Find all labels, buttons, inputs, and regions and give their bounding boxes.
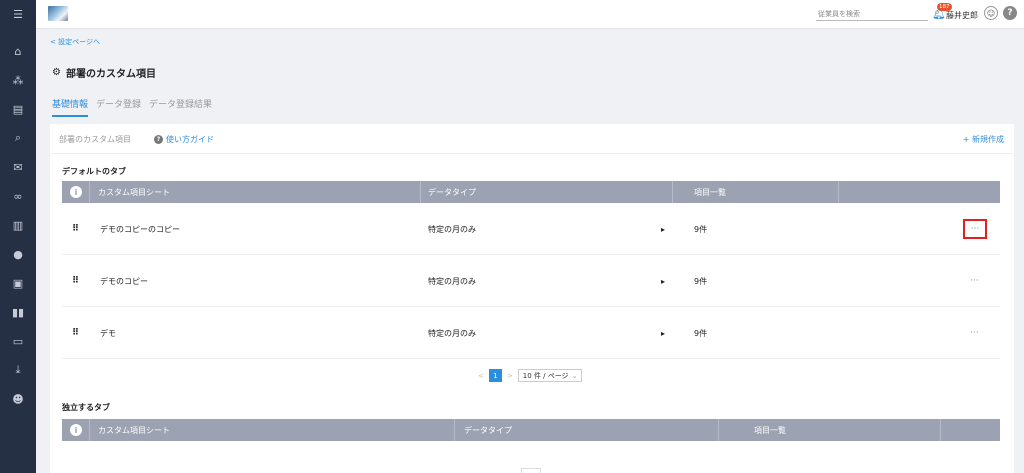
item-count: 9件 (694, 224, 708, 234)
page-title: ⚙ 部署のカスタム項目 (52, 65, 156, 80)
chevron-down-icon: ⌄ (571, 371, 578, 380)
data-type: 特定の月のみ (428, 276, 476, 286)
table-row[interactable]: ⠿ デモのコピーのコピー 特定の月のみ ▸ 9件 ··· (62, 203, 1000, 255)
book-icon[interactable]: ▮▮ (0, 302, 36, 322)
page-size-value: 10 件 / ページ (522, 371, 569, 380)
independent-table-header: i カスタム項目シート データタイプ 項目一覧 (62, 419, 1000, 441)
download-icon[interactable]: ⤓ (0, 360, 36, 380)
page-number-current[interactable]: 1 (488, 369, 502, 382)
column-divider (89, 181, 90, 203)
page-size-select[interactable]: 10 件 / ページ ⌄ (517, 369, 583, 382)
expand-arrow-icon[interactable]: ▸ (661, 255, 665, 307)
help-icon[interactable]: ? (1003, 6, 1017, 20)
card-title: 部署のカスタム項目 (59, 135, 131, 144)
document-icon[interactable]: ▤ (0, 99, 36, 119)
user-settings-icon[interactable]: ☻ (0, 389, 36, 409)
gear-icon: ⚙ (52, 67, 61, 78)
tab-basic-info[interactable]: 基礎情報 (52, 97, 89, 117)
usage-guide-link[interactable]: ? 使い方ガイド (154, 134, 214, 145)
info-icon[interactable]: ● (0, 244, 36, 264)
column-divider (838, 181, 839, 203)
usage-guide-label: 使い方ガイド (166, 135, 214, 144)
employee-search: ⌕ (816, 7, 940, 21)
default-table-header: i カスタム項目シート データタイプ 項目一覧 (62, 181, 1000, 203)
info-icon[interactable]: i (70, 186, 82, 198)
drag-handle-icon[interactable]: ⠿ (72, 307, 79, 359)
avatar-icon[interactable]: ☺ (984, 6, 998, 20)
column-divider (718, 419, 719, 441)
tab-registration-results[interactable]: データ登録結果 (149, 97, 212, 117)
search-icon[interactable]: ⌕ (0, 128, 36, 148)
expand-arrow-icon[interactable]: ▸ (661, 203, 665, 255)
more-actions-button[interactable]: ··· (970, 255, 979, 307)
column-header-item-list: 項目一覧 (754, 425, 786, 435)
mail-icon[interactable]: ▭ (0, 331, 36, 351)
create-new-button[interactable]: + 新規作成 (963, 134, 1004, 145)
column-header-item-list: 項目一覧 (694, 187, 726, 197)
column-divider (672, 181, 673, 203)
employee-search-input[interactable] (816, 7, 912, 20)
link-icon[interactable]: ∞ (0, 186, 36, 206)
page-title-text: 部署のカスタム項目 (65, 69, 156, 80)
top-bar: ⌕ 🔔︎ 187 藤井史郎 ☺ ? (36, 0, 1024, 29)
next-page-button[interactable]: > (507, 372, 513, 380)
item-count: 9件 (694, 328, 708, 338)
user-name[interactable]: 藤井史郎 (946, 10, 978, 21)
custom-items-card: 部署のカスタム項目 ? 使い方ガイド + 新規作成 デフォルトのタブ i カスタ… (50, 124, 1014, 473)
item-count: 9件 (694, 276, 708, 286)
card-header: 部署のカスタム項目 ? 使い方ガイド + 新規作成 (50, 124, 1014, 154)
sheet-name[interactable]: デモ (100, 307, 116, 359)
column-header-data-type: データタイプ (464, 425, 512, 435)
column-header-sheet: カスタム項目シート (98, 425, 170, 435)
prev-page-button[interactable]: < (478, 372, 484, 380)
drag-handle-icon[interactable]: ⠿ (72, 203, 79, 255)
more-actions-button[interactable]: ··· (970, 307, 979, 359)
column-header-data-type: データタイプ (428, 187, 476, 197)
table-row[interactable]: ⠿ デモのコピー 特定の月のみ ▸ 9件 ··· (62, 255, 1000, 307)
menu-icon[interactable]: ☰ (0, 4, 36, 24)
sheet-name[interactable]: デモのコピー (100, 255, 148, 307)
independent-tabs-heading: 独立するタブ (62, 403, 110, 412)
contact-card-icon[interactable]: ▣ (0, 273, 36, 293)
question-icon: ? (154, 135, 163, 144)
back-to-settings-link[interactable]: < 設定ページへ (50, 37, 100, 47)
column-header-sheet: カスタム項目シート (98, 187, 170, 197)
company-logo[interactable] (48, 6, 68, 21)
loading-placeholder (521, 468, 541, 473)
info-icon[interactable]: i (70, 424, 82, 436)
column-divider (420, 181, 421, 203)
default-tabs-heading: デフォルトのタブ (62, 167, 126, 176)
drag-handle-icon[interactable]: ⠿ (72, 255, 79, 307)
tab-bar: 基礎情報 データ登録 データ登録結果 (52, 97, 212, 117)
chat-icon[interactable]: ✉ (0, 157, 36, 177)
table-row[interactable]: ⠿ デモ 特定の月のみ ▸ 9件 ··· (62, 307, 1000, 359)
expand-arrow-icon[interactable]: ▸ (661, 307, 665, 359)
data-type: 特定の月のみ (428, 224, 476, 234)
chart-icon[interactable]: ▥ (0, 215, 36, 235)
column-divider (89, 419, 90, 441)
column-divider (940, 419, 941, 441)
side-rail: ☰ ⌂ ⁂ ▤ ⌕ ✉ ∞ ▥ ● ▣ ▮▮ ▭ ⤓ ☻ (0, 0, 36, 473)
more-actions-button[interactable]: ··· (963, 219, 987, 239)
home-icon[interactable]: ⌂ (0, 41, 36, 61)
pagination: < 1 > 10 件 / ページ ⌄ (478, 369, 583, 382)
data-type: 特定の月のみ (428, 328, 476, 338)
tab-data-registration[interactable]: データ登録 (96, 97, 141, 117)
sheet-name[interactable]: デモのコピーのコピー (100, 203, 180, 255)
column-divider (454, 419, 455, 441)
org-chart-icon[interactable]: ⁂ (0, 70, 36, 90)
